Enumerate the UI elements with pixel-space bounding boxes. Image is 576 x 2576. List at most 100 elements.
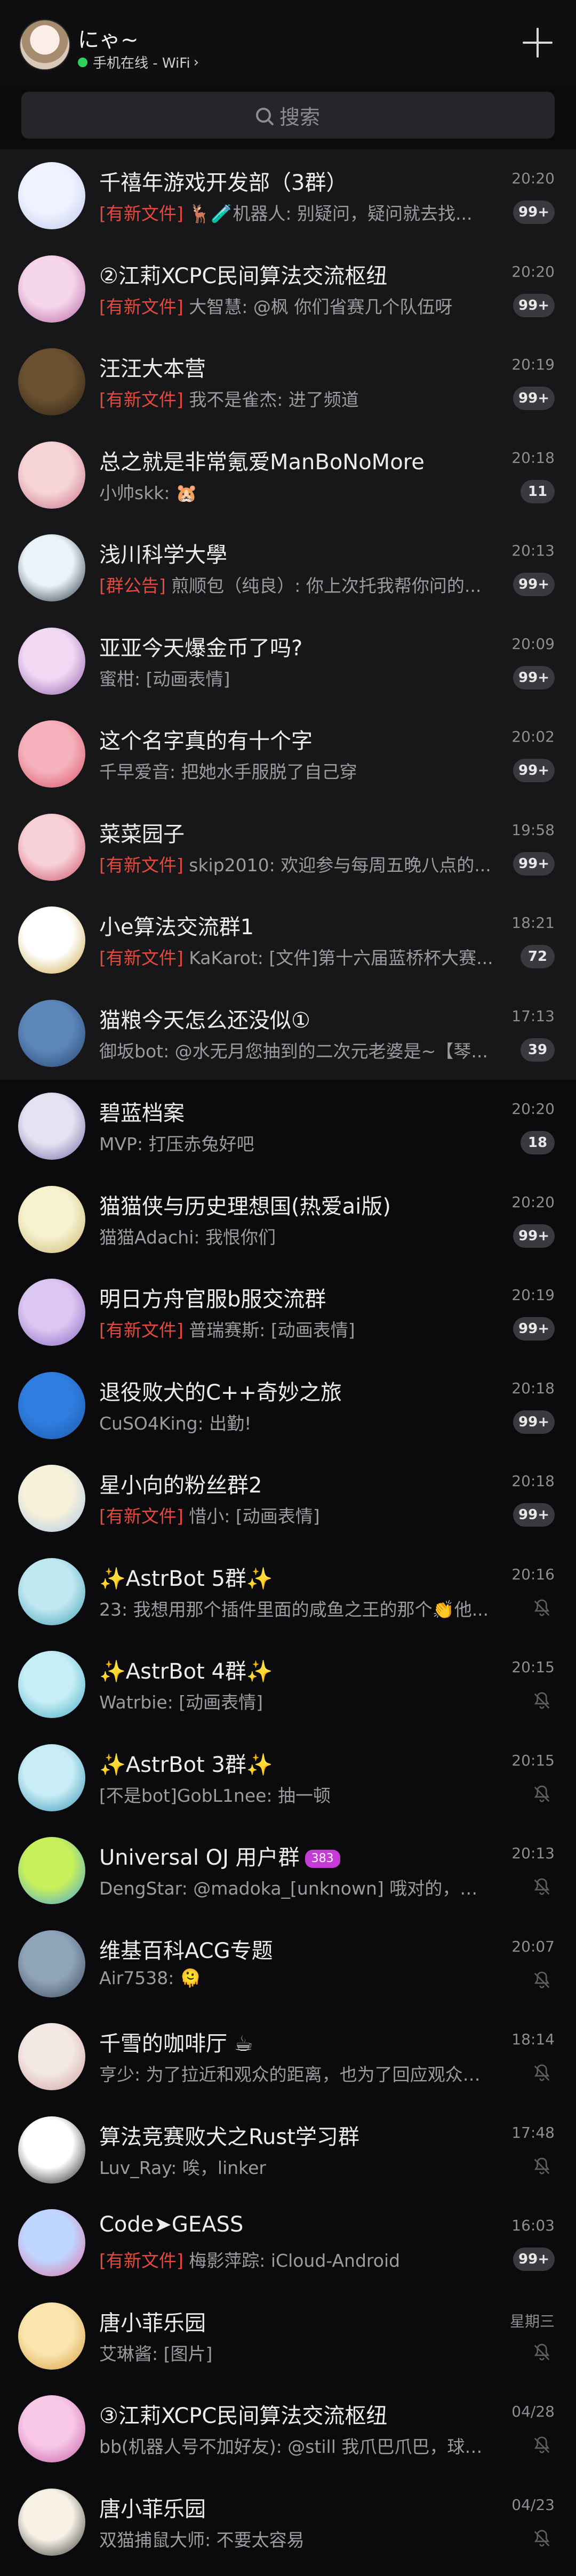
unread-badge: 99+ [513, 200, 555, 224]
unread-badge: 99+ [513, 759, 555, 782]
online-status[interactable]: 手机在线 - WiFi › [78, 52, 199, 72]
chat-avatar[interactable] [18, 627, 85, 695]
chat-avatar[interactable] [18, 1279, 85, 1346]
chat-row[interactable]: 千雪的咖啡厅 ☕ 亨少: 为了拉近和观众的距离，也为了回应观众们... 18:14 [0, 2010, 576, 2104]
chat-row[interactable]: 唐小菲乐园 双猫捕鼠大师: 不要太容易 04/23 [0, 2476, 576, 2569]
plus-icon[interactable] [523, 28, 553, 58]
chat-avatar[interactable] [18, 162, 85, 229]
chat-time: 20:19 [511, 356, 555, 373]
chat-row[interactable]: 小e算法交流群1 [有新文件] KaKarot: [文件]第十六届蓝桥杯大赛...… [0, 894, 576, 987]
unread-badge: 99+ [513, 293, 555, 317]
chat-avatar[interactable] [18, 1651, 85, 1718]
chat-preview-text: 大智慧: @枫 你们省赛几个队伍呀 [189, 296, 453, 317]
chat-avatar[interactable] [18, 1093, 85, 1160]
chat-preview-text: Air7538: 🫠 [99, 1967, 202, 1988]
chat-avatar[interactable] [18, 441, 85, 509]
chat-avatar[interactable] [18, 2116, 85, 2184]
chat-row[interactable]: 猫粮今天怎么还没似① 御坂bot: @水无月您抽到的二次元老婆是~【琴... 17:… [0, 986, 576, 1080]
chat-avatar[interactable] [18, 348, 85, 415]
chat-title: 菜菜园子 [99, 817, 499, 848]
chat-preview: [有新文件] 惜小: [动画表情] [99, 1502, 494, 1528]
chat-time: 20:18 [511, 1379, 555, 1397]
chat-preview-text: skip2010: 欢迎参与每周五晚八点的... [189, 854, 491, 876]
chat-preview: [有新文件] 我不是雀杰: 进了频道 [99, 386, 494, 411]
mute-bell-icon [534, 2436, 550, 2453]
chat-avatar[interactable] [18, 720, 85, 788]
chat-row[interactable]: 猫猫侠与历史理想国(热爱ai版) 猫猫Adachi: 我恨你们 20:20 99+ [0, 1173, 576, 1266]
chat-row[interactable]: ③江莉XCPC民间算法交流枢纽 bb(机器人号不加好友): @still 我爪巴爪… [0, 2382, 576, 2476]
chat-preview-text: [不是bot]GobL1nee: 抽一顿 [99, 1785, 331, 1806]
chat-time: 18:21 [511, 914, 555, 932]
chat-preview: 亨少: 为了拉近和观众的距离，也为了回应观众们... [99, 2060, 494, 2086]
search-bar[interactable]: 搜索 [21, 92, 555, 139]
unread-badge: 99+ [513, 665, 555, 689]
chat-row[interactable]: 算法竞赛败犬之Rust学习群 Luv_Ray: 唉，linker 17:48 [0, 2104, 576, 2197]
chat-row[interactable]: 碧蓝档案 MVP: 打压赤兔好吧 20:20 18 [0, 1080, 576, 1173]
chat-title: Universal OJ 用户群 383 [99, 1840, 499, 1871]
unread-badge: 39 [521, 1038, 555, 1062]
mute-bell-icon [534, 1692, 550, 1709]
chat-tag: [有新文件] [99, 389, 183, 410]
chat-avatar[interactable] [18, 1930, 85, 1997]
chat-time: 20:18 [511, 448, 555, 467]
chat-row[interactable]: 明日方舟官服b服交流群 [有新文件] 普瑞赛斯: [动画表情] 20:19 99+ [0, 1266, 576, 1359]
chat-avatar[interactable] [18, 2209, 85, 2276]
chat-title: 明日方舟官服b服交流群 [99, 1282, 499, 1313]
chat-row[interactable]: ✨AstrBot 4群✨ Watrbie: [动画表情] 20:15 [0, 1638, 576, 1731]
chat-avatar[interactable] [18, 813, 85, 881]
chat-time: 04/28 [511, 2403, 555, 2420]
my-avatar[interactable] [19, 19, 70, 70]
chat-row[interactable]: 浅川科学大學 [群公告] 煎顺包（纯良）: 你上次托我帮你问的... 20:13 99… [0, 521, 576, 615]
chat-avatar[interactable] [18, 2395, 85, 2462]
chat-avatar[interactable] [18, 534, 85, 601]
chat-avatar[interactable] [18, 2302, 85, 2370]
chat-tag: [有新文件] [99, 2250, 183, 2271]
chat-row[interactable]: ②江莉XCPC民间算法交流枢纽 [有新文件] 大智慧: @枫 你们省赛几个队伍呀 2… [0, 242, 576, 335]
chat-preview: [有新文件] 🦌🧪机器人: 别疑问，疑问就去找... [99, 199, 494, 225]
chat-avatar[interactable] [18, 999, 85, 1067]
chat-row[interactable]: 汪汪大本营 [有新文件] 我不是雀杰: 进了频道 20:19 99+ [0, 335, 576, 429]
chat-row[interactable]: Universal OJ 用户群 383 DengStar: @madoka_[un… [0, 1824, 576, 1917]
chat-tag: [有新文件] [99, 948, 183, 968]
chat-preview-text: 梅影萍踪: iCloud-Android [189, 2250, 401, 2271]
chat-time: 20:16 [511, 1565, 555, 1583]
chat-title-text: 小e算法交流群1 [99, 915, 254, 940]
chat-avatar[interactable] [18, 1465, 85, 1532]
chat-avatar[interactable] [18, 1371, 85, 1439]
chat-row[interactable]: 星小向的粉丝群2 [有新文件] 惜小: [动画表情] 20:18 99+ [0, 1452, 576, 1545]
chat-preview-text: Watrbie: [动画表情] [99, 1692, 263, 1713]
chat-avatar[interactable] [18, 255, 85, 323]
chat-preview-text: 小帅skk: 🐹 [99, 482, 198, 503]
chat-row[interactable]: 亚亚今天爆金币了吗? 蜜柑: [动画表情] 20:09 99+ [0, 614, 576, 708]
chat-avatar[interactable] [18, 906, 85, 974]
unread-badge: 18 [521, 1131, 555, 1154]
chat-avatar[interactable] [18, 1185, 85, 1253]
mute-bell-icon [534, 1878, 550, 1895]
chat-row[interactable]: ✨AstrBot 5群✨ 23: 我想用那个插件里面的咸鱼之王的那个👏他... 20… [0, 1545, 576, 1639]
chat-row[interactable]: 这个名字真的有十个字 千早爱音: 把她水手服脱了自己穿 20:02 99+ [0, 708, 576, 801]
chat-row[interactable]: 退役败犬的C++奇妙之旅 CuSO4King: 出勤! 20:18 99+ [0, 1359, 576, 1452]
chat-avatar[interactable] [18, 1837, 85, 1904]
chat-title: 碧蓝档案 [99, 1096, 499, 1127]
chat-avatar[interactable] [18, 2488, 85, 2556]
chat-row[interactable]: 总之就是非常氪爱ManBoNoMore 小帅skk: 🐹 20:18 11 [0, 428, 576, 521]
chat-row[interactable]: 千禧年游戏开发部（3群） [有新文件] 🦌🧪机器人: 别疑问，疑问就去找... 20… [0, 149, 576, 243]
chat-avatar[interactable] [18, 1744, 85, 1811]
search-icon [255, 108, 271, 123]
my-nickname[interactable]: にゃ~ [78, 22, 139, 53]
chat-row[interactable]: Code➤GEASS [有新文件] 梅影萍踪: iCloud-Android 16:… [0, 2196, 576, 2290]
chat-row[interactable]: 唐小菲乐园 艾琳酱: [图片] 星期三 [0, 2290, 576, 2383]
chat-title: 唐小菲乐园 [99, 2492, 499, 2523]
chat-avatar[interactable] [18, 1558, 85, 1625]
chat-row[interactable]: 菜菜园子 [有新文件] skip2010: 欢迎参与每周五晚八点的... 19:58… [0, 800, 576, 894]
chat-row[interactable]: ✨AstrBot 3群✨ [不是bot]GobL1nee: 抽一顿 20:15 [0, 1731, 576, 1825]
chat-title-text: ✨AstrBot 4群✨ [99, 1659, 273, 1684]
unread-badge: 99+ [513, 1317, 555, 1341]
unread-badge: 99+ [513, 1224, 555, 1248]
unread-badge: 99+ [513, 573, 555, 596]
chat-avatar[interactable] [18, 2023, 85, 2090]
chat-preview: 23: 我想用那个插件里面的咸鱼之王的那个👏他... [99, 1595, 494, 1621]
chat-preview-text: 🦌🧪机器人: 别疑问，疑问就去找... [189, 203, 473, 224]
mute-bell-icon [534, 1599, 550, 1616]
chat-row[interactable]: 维基百科ACG专题 Air7538: 🫠 20:07 [0, 1917, 576, 2011]
